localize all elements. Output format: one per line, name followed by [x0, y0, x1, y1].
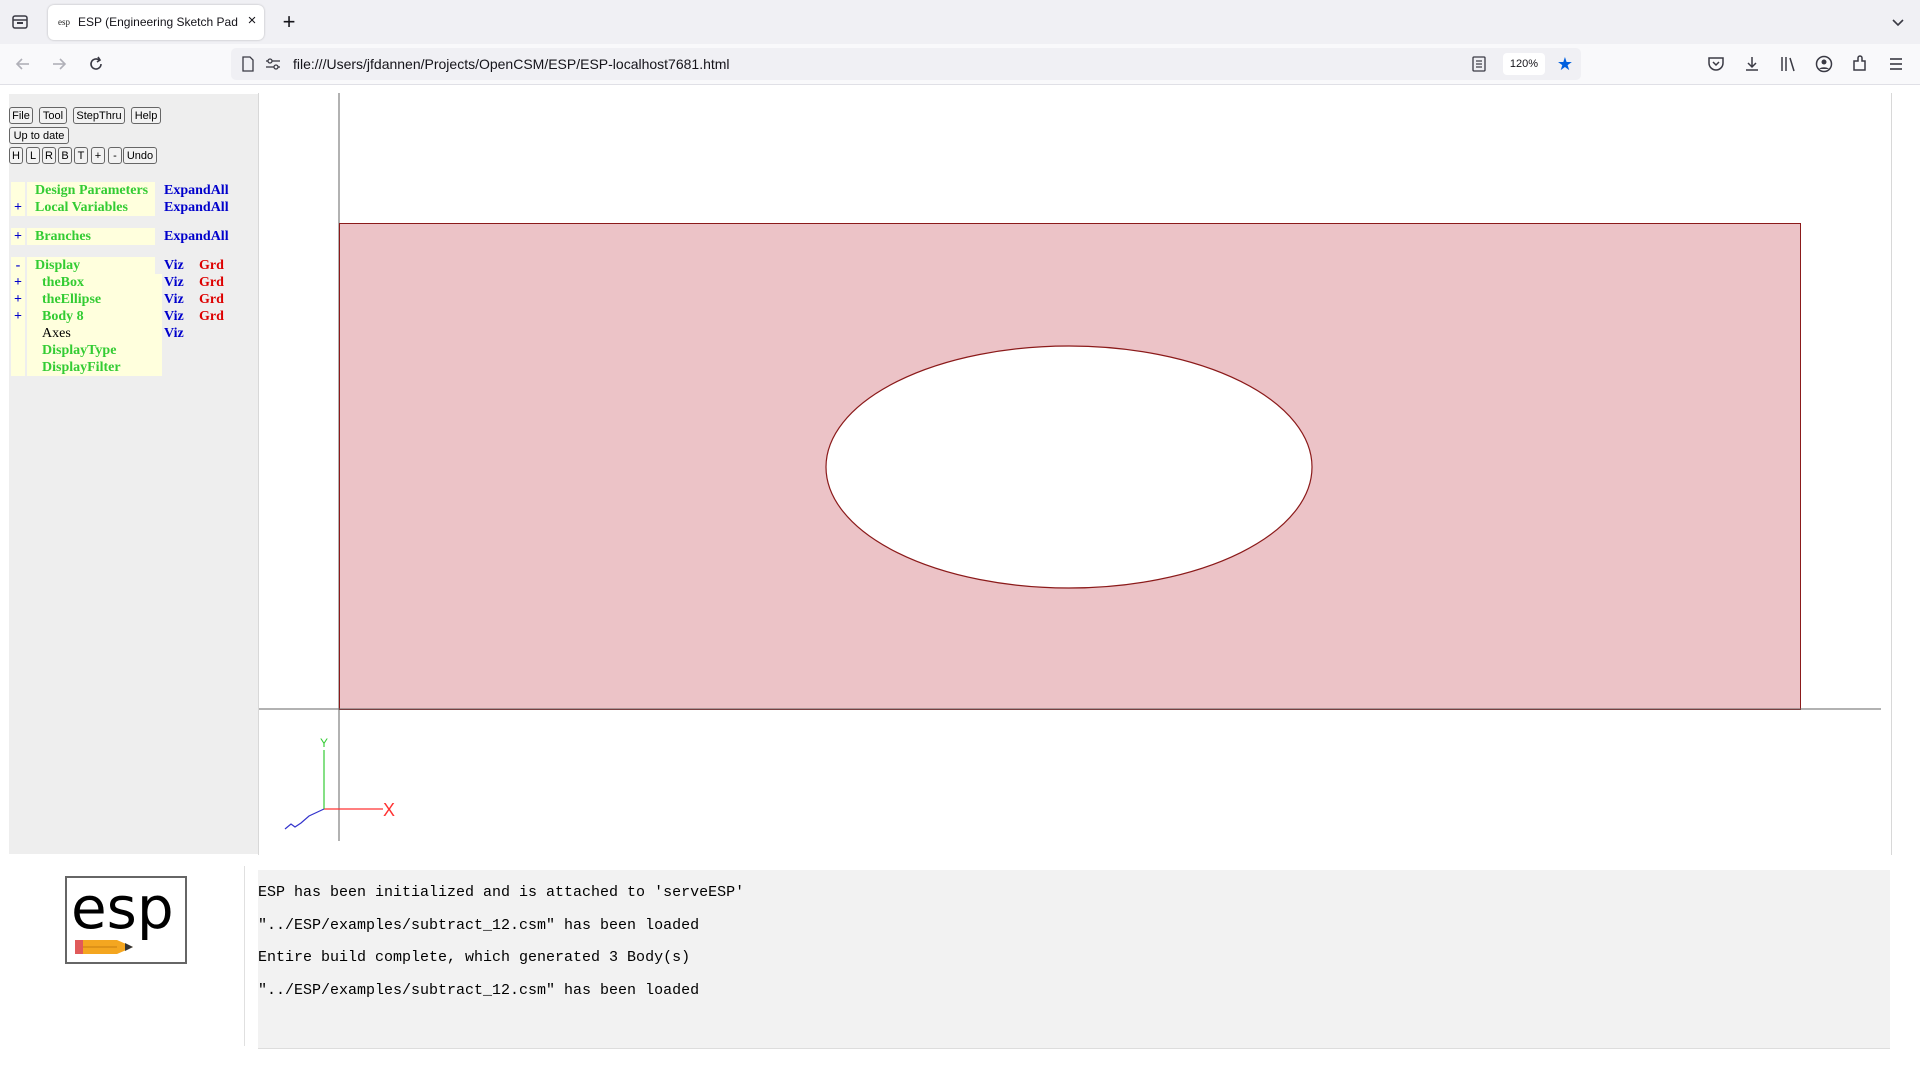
list-all-tabs-icon[interactable]: [1888, 12, 1908, 32]
tree-row-body8: + Body 8 Viz Grd: [9, 308, 237, 325]
tree-label-display[interactable]: Display: [27, 257, 155, 274]
tree-label-displayfilter[interactable]: DisplayFilter: [27, 359, 162, 376]
tree-toggle[interactable]: -: [11, 257, 25, 274]
library-icon[interactable]: [1778, 54, 1798, 74]
tree-toggle[interactable]: +: [11, 199, 25, 216]
tab-title: ESP (Engineering Sketch Pad, V: [78, 15, 238, 29]
graphics-svg: X Y: [259, 93, 1881, 841]
view-bottom-button[interactable]: B: [58, 147, 72, 164]
logo-panel: esp: [9, 866, 245, 1046]
viz-toggle[interactable]: Viz: [164, 325, 184, 342]
tree-toggle[interactable]: +: [11, 274, 25, 291]
tree-panel: File Tool StepThru Help Up to date H L R…: [9, 94, 259, 854]
file-button[interactable]: File: [9, 107, 33, 124]
tree-toggle[interactable]: +: [11, 291, 25, 308]
tree-label-axes[interactable]: Axes: [27, 325, 162, 342]
x-axis-label: X: [383, 800, 395, 820]
menu-icon[interactable]: [1886, 54, 1906, 74]
message-line: "../ESP/examples/subtract_12.csm" has be…: [258, 917, 700, 934]
viz-toggle[interactable]: Viz: [164, 291, 184, 308]
zoom-out-button[interactable]: -: [108, 147, 122, 164]
view-top-button[interactable]: T: [74, 147, 88, 164]
pencil-icon: [75, 940, 133, 954]
tree-toggle[interactable]: +: [11, 308, 25, 325]
tree-row-display: - Display Viz Grd: [9, 257, 237, 274]
tool-button[interactable]: Tool: [39, 107, 67, 124]
build-status-button[interactable]: Up to date: [9, 127, 69, 144]
tree-label-local-variables[interactable]: Local Variables: [27, 199, 155, 216]
reload-icon[interactable]: [86, 54, 106, 74]
viz-toggle[interactable]: Viz: [164, 274, 184, 291]
tree-spacer: [11, 342, 25, 359]
tree-label-theellipse[interactable]: theEllipse: [27, 291, 162, 308]
tree-toggle[interactable]: [11, 182, 25, 199]
tree-label-displaytype[interactable]: DisplayType: [27, 342, 162, 359]
tree-toggle[interactable]: +: [11, 228, 25, 245]
close-tab-icon[interactable]: ×: [242, 11, 262, 31]
stepthru-button[interactable]: StepThru: [73, 107, 125, 124]
message-log: ESP has been initialized and is attached…: [258, 870, 1890, 1049]
zoom-level-button[interactable]: 120%: [1503, 53, 1545, 75]
undo-button[interactable]: Undo: [123, 147, 157, 164]
graphics-canvas[interactable]: X Y: [258, 93, 1892, 855]
view-left-button[interactable]: L: [26, 147, 40, 164]
tree-label-thebox[interactable]: theBox: [27, 274, 162, 291]
y-axis-label: Y: [320, 736, 328, 750]
esp-logo-text: esp: [71, 878, 174, 942]
tree-spacer: [11, 325, 25, 342]
downloads-icon[interactable]: [1742, 54, 1762, 74]
tree-row-local-variables: + Local Variables ExpandAll: [9, 199, 237, 216]
message-line: ESP has been initialized and is attached…: [258, 884, 745, 901]
message-line: Entire build complete, which generated 3…: [258, 949, 691, 966]
permissions-icon[interactable]: [265, 57, 281, 71]
account-icon[interactable]: [1814, 54, 1834, 74]
tree-label-body8[interactable]: Body 8: [27, 308, 162, 325]
pocket-icon[interactable]: [1706, 54, 1726, 74]
view-right-button[interactable]: R: [42, 147, 56, 164]
new-tab-button[interactable]: +: [278, 11, 300, 33]
browser-tab[interactable]: esp ESP (Engineering Sketch Pad, V ×: [48, 5, 264, 40]
grd-toggle[interactable]: Grd: [199, 308, 224, 325]
browser-tab-bar: esp ESP (Engineering Sketch Pad, V × +: [0, 0, 1920, 44]
axes-triad-icon: X Y: [284, 736, 395, 830]
extensions-icon[interactable]: [1850, 54, 1870, 74]
bookmark-star-icon[interactable]: ★: [1555, 54, 1575, 74]
address-bar[interactable]: file:///Users/jfdannen/Projects/OpenCSM/…: [231, 48, 1581, 80]
tree-row-design-parameters: Design Parameters ExpandAll: [9, 182, 237, 199]
tab-list-icon[interactable]: [10, 12, 30, 32]
url-text[interactable]: file:///Users/jfdannen/Projects/OpenCSM/…: [293, 56, 730, 72]
browser-nav-bar: file:///Users/jfdannen/Projects/OpenCSM/…: [0, 44, 1920, 85]
expandall-link[interactable]: ExpandAll: [164, 228, 229, 245]
tree-spacer: [11, 359, 25, 376]
tree-row-displayfilter: DisplayFilter: [9, 359, 237, 376]
expandall-link[interactable]: ExpandAll: [164, 182, 229, 199]
tree-row-branches: + Branches ExpandAll: [9, 228, 237, 245]
grd-toggle[interactable]: Grd: [199, 291, 224, 308]
viz-toggle[interactable]: Viz: [164, 257, 184, 274]
view-home-button[interactable]: H: [9, 147, 23, 164]
tree-label-design-parameters[interactable]: Design Parameters: [27, 182, 155, 199]
expandall-link[interactable]: ExpandAll: [164, 199, 229, 216]
back-icon[interactable]: [13, 54, 33, 74]
page-icon: [241, 56, 255, 72]
forward-icon[interactable]: [49, 54, 69, 74]
tree-row-thebox: + theBox Viz Grd: [9, 274, 237, 291]
tree-label-branches[interactable]: Branches: [27, 228, 155, 245]
help-button[interactable]: Help: [131, 107, 161, 124]
reader-view-icon[interactable]: [1471, 56, 1487, 72]
message-line: "../ESP/examples/subtract_12.csm" has be…: [258, 982, 700, 999]
subtracted-body[interactable]: [339, 223, 1800, 709]
esp-logo: esp: [65, 874, 187, 964]
tree-row-axes: Axes Viz: [9, 325, 237, 342]
tree-row-theellipse: + theEllipse Viz Grd: [9, 291, 237, 308]
tree-row-displaytype: DisplayType: [9, 342, 237, 359]
grd-toggle[interactable]: Grd: [199, 274, 224, 291]
zoom-in-button[interactable]: +: [91, 147, 105, 164]
esp-favicon-icon: esp: [58, 17, 70, 27]
grd-toggle[interactable]: Grd: [199, 257, 224, 274]
viz-toggle[interactable]: Viz: [164, 308, 184, 325]
